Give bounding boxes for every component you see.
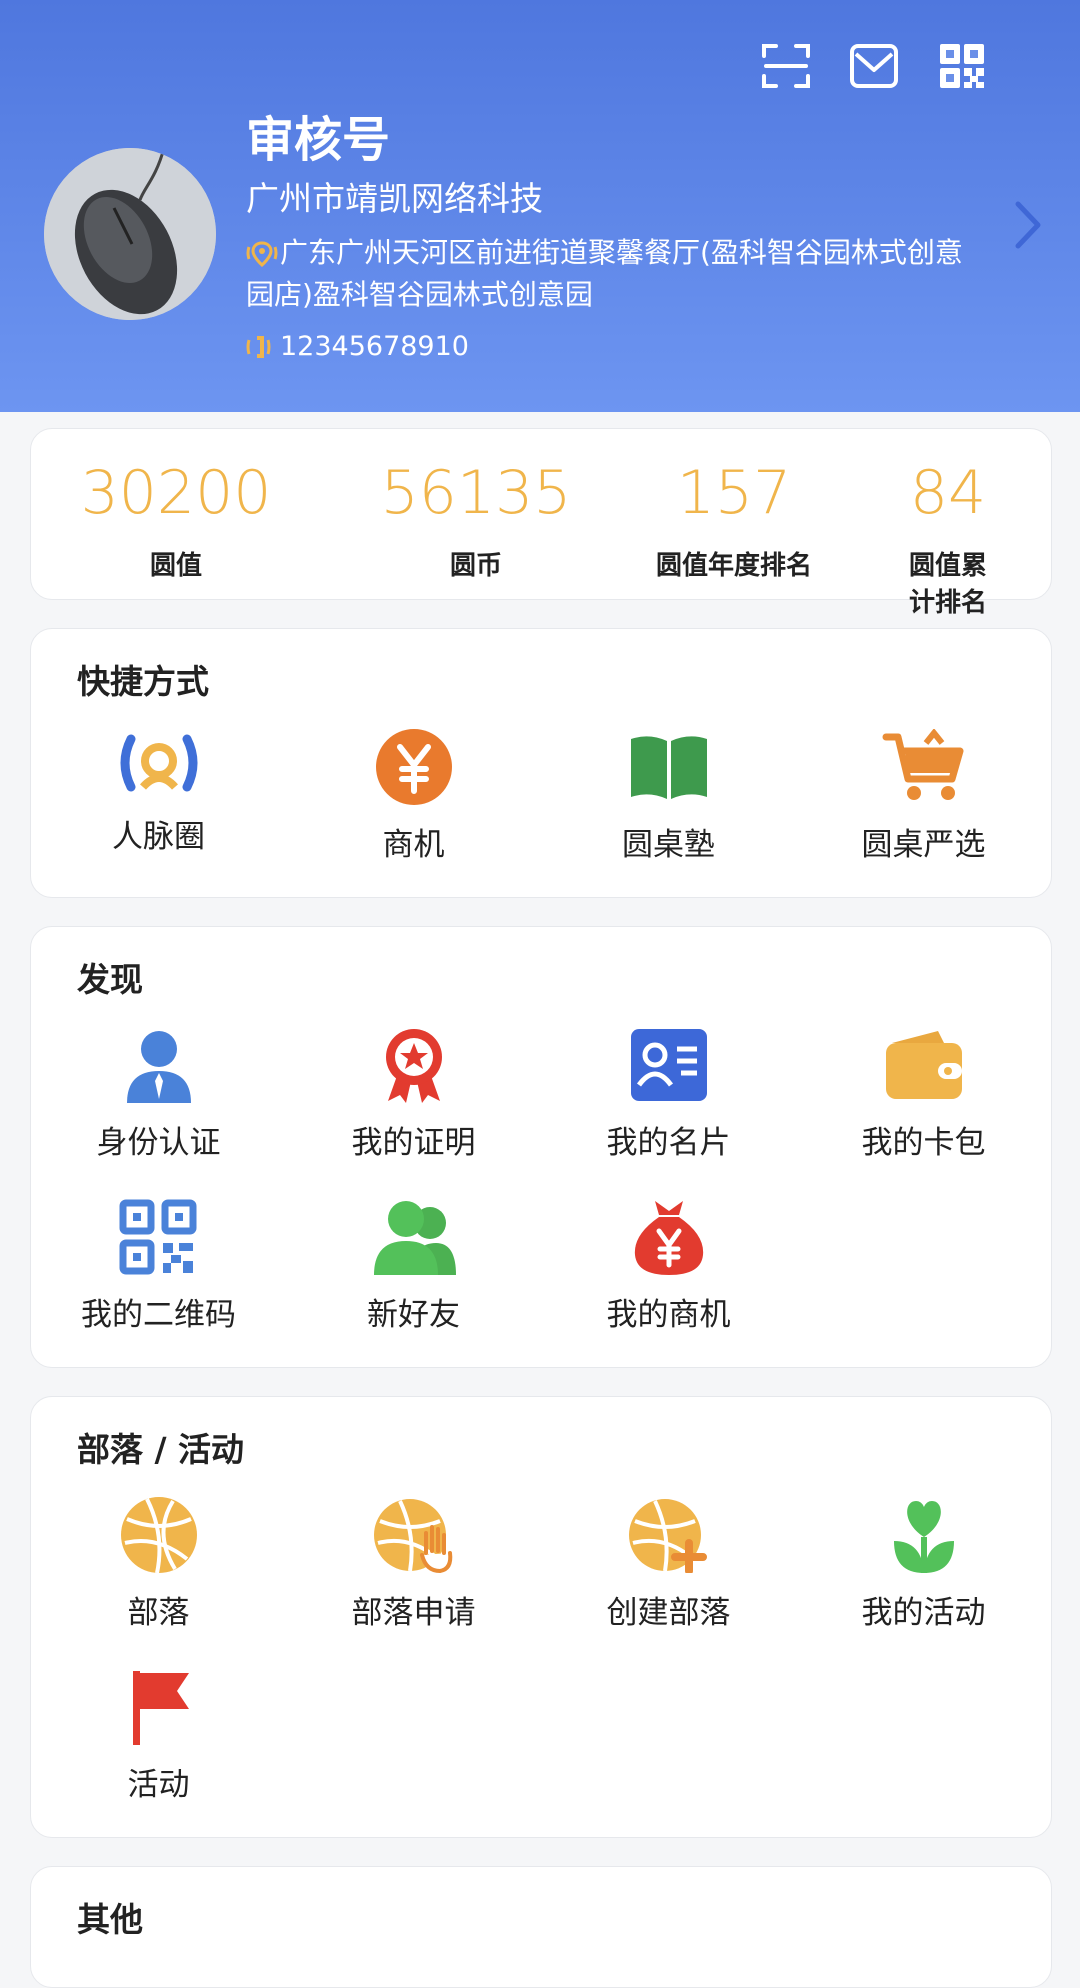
tribe-label: 部落申请: [351, 1595, 476, 1631]
tribe-activities[interactable]: 活动: [31, 1669, 286, 1804]
discover-qrcode[interactable]: 我的二维码: [31, 1199, 286, 1334]
discover-card-name[interactable]: 我的名片: [541, 1027, 796, 1162]
discover-label: 我的证明: [351, 1125, 476, 1161]
discover-new-friends[interactable]: 新好友: [286, 1199, 541, 1334]
phone-icon: [246, 335, 271, 358]
tribe-card: 部落 / 活动 部落 部落申请 创建部落 我的活动 活动: [30, 1396, 1052, 1838]
shortcut-network[interactable]: 人脉圈: [31, 729, 286, 856]
business-card-icon: [630, 1029, 707, 1101]
avatar[interactable]: [44, 148, 216, 320]
shortcut-select[interactable]: 圆桌严选: [796, 729, 1051, 864]
stat-label: 圆值年度排名: [655, 551, 813, 581]
discover-my-business[interactable]: 我的商机: [541, 1199, 796, 1334]
tribe-label: 活动: [127, 1767, 190, 1803]
stat-label: 圆值累计排名: [908, 551, 987, 618]
discover-identity[interactable]: 身份认证: [31, 1027, 286, 1162]
shortcut-label: 圆桌严选: [861, 827, 986, 863]
section-title: 发现: [77, 960, 143, 999]
discover-label: 新好友: [367, 1297, 460, 1333]
profile-name: 审核号: [246, 112, 391, 168]
basketball-plus-icon: [628, 1499, 707, 1573]
shortcut-label: 商机: [382, 827, 445, 863]
stat-value: 30200: [80, 458, 272, 528]
phone-text: 12345678910: [280, 331, 469, 362]
discover-certificate[interactable]: 我的证明: [286, 1027, 541, 1162]
location-icon: [246, 241, 278, 267]
tribe-create[interactable]: 创建部落: [541, 1497, 796, 1632]
qr-code-icon: [119, 1199, 196, 1275]
yuan-coin-icon: [375, 729, 452, 805]
stat-value: 157: [676, 458, 792, 528]
computer-mouse-photo: [44, 148, 216, 320]
shortcut-school[interactable]: 圆桌塾: [541, 729, 796, 864]
basketball-icon: [120, 1497, 197, 1573]
shortcut-label: 人脉圈: [112, 819, 205, 855]
discover-card: 发现 身份认证 我的证明 我的名片 我的卡包 我的二维码 新好友 我的商机: [30, 926, 1052, 1368]
cart-icon: [882, 729, 963, 800]
stat-total-rank[interactable]: 84 圆值累计排名: [897, 461, 1000, 619]
tribe-label: 我的活动: [861, 1595, 986, 1631]
tribe-label: 创建部落: [606, 1595, 731, 1631]
wallet-icon: [885, 1031, 962, 1099]
stat-label: 圆币: [449, 551, 502, 581]
basketball-hand-icon: [373, 1499, 452, 1573]
discover-label: 我的名片: [606, 1125, 731, 1161]
network-icon: [120, 734, 197, 792]
stat-yuanzhi[interactable]: 30200 圆值: [81, 461, 272, 582]
profile-header[interactable]: 审核号 广州市靖凯网络科技 广东广州天河区前进街道聚馨餐厅(盈科智谷园林式创意园…: [0, 0, 1080, 412]
phone: 12345678910: [246, 331, 469, 362]
discover-wallet[interactable]: 我的卡包: [796, 1027, 1051, 1162]
top-icon-bar: [760, 40, 988, 92]
address-text: 广东广州天河区前进街道聚馨餐厅(盈科智谷园林式创意园店)盈科智谷园林式创意园: [246, 236, 963, 311]
tribe-tribe[interactable]: 部落: [31, 1497, 286, 1632]
tribe-apply[interactable]: 部落申请: [286, 1497, 541, 1632]
stat-label: 圆值: [149, 551, 202, 581]
tribe-my-activities[interactable]: 我的活动: [796, 1497, 1051, 1632]
discover-label: 我的卡包: [861, 1125, 986, 1161]
qr-code-icon[interactable]: [936, 40, 988, 92]
person-icon: [126, 1031, 191, 1103]
scan-icon[interactable]: [760, 40, 812, 92]
section-title: 其他: [77, 1900, 143, 1939]
stat-annual-rank[interactable]: 157 圆值年度排名: [656, 461, 812, 582]
section-title: 快捷方式: [77, 662, 209, 701]
discover-label: 身份认证: [96, 1125, 221, 1161]
company-name: 广州市靖凯网络科技: [246, 179, 543, 218]
discover-label: 我的商机: [606, 1297, 731, 1333]
money-bag-icon: [634, 1201, 703, 1275]
shortcut-business[interactable]: 商机: [286, 729, 541, 864]
shortcut-label: 圆桌塾: [622, 827, 715, 863]
mail-icon[interactable]: [848, 40, 900, 92]
shortcuts-card: 快捷方式 人脉圈 商机 圆桌塾 圆桌严选: [30, 628, 1052, 898]
stat-value: 84: [909, 458, 987, 528]
tribe-label: 部落: [127, 1595, 190, 1631]
discover-label: 我的二维码: [81, 1297, 236, 1333]
chevron-right-icon[interactable]: [1014, 200, 1042, 250]
stats-card: 30200 圆值 56135 圆币 157 圆值年度排名 84 圆值累计排名: [30, 428, 1052, 618]
heart-plant-icon: [893, 1501, 954, 1573]
other-card: 其他: [30, 1866, 1052, 1988]
friends-icon: [373, 1201, 456, 1275]
award-icon: [385, 1029, 442, 1103]
stat-yuanbi[interactable]: 56135 圆币: [381, 461, 572, 582]
address: 广东广州天河区前进街道聚馨餐厅(盈科智谷园林式创意园店)盈科智谷园林式创意园: [246, 232, 986, 316]
section-title: 部落 / 活动: [77, 1430, 245, 1469]
book-icon: [630, 736, 707, 799]
flag-icon: [132, 1671, 189, 1745]
stat-value: 56135: [380, 458, 572, 528]
